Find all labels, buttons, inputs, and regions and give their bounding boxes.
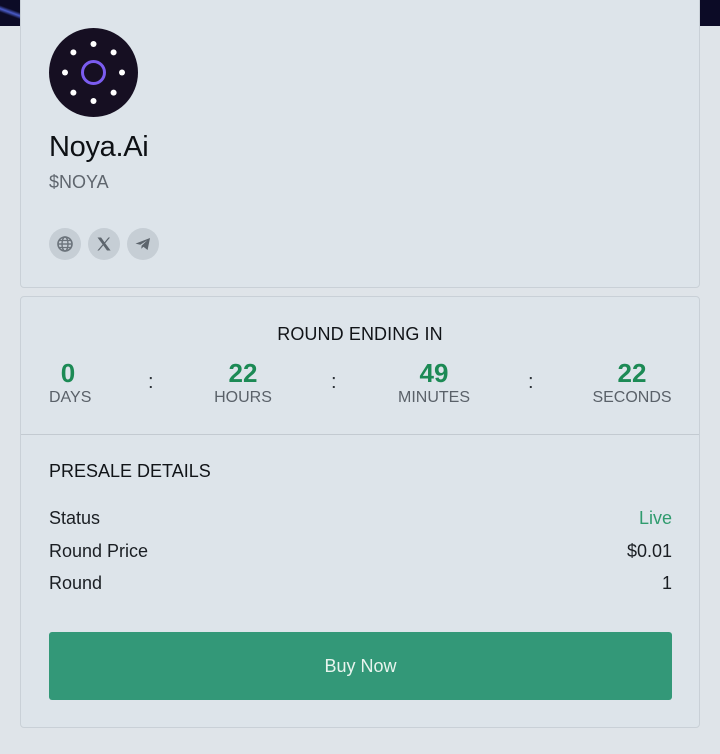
token-profile-card: Noya.Ai $NOYA [20,0,700,288]
countdown-separator: : [331,371,337,393]
detail-row-round: Round 1 [49,573,672,594]
token-symbol: $NOYA [49,172,109,192]
presale-details-title: PRESALE DETAILS [49,461,211,481]
detail-row-round-price: Round Price $0.01 [49,541,672,562]
countdown-minutes-label: MINUTES [398,389,470,406]
round-value: 1 [661,573,672,593]
countdown-days-label: DAYS [49,389,92,406]
detail-label: Status [49,508,101,528]
countdown-minutes-value: 49 [419,358,449,388]
dotted-ring-logo-icon [62,41,125,104]
countdown-hours-label: HOURS [214,389,272,406]
countdown-days: 0 DAYS [49,357,92,407]
presale-card: ROUND ENDING IN 0 DAYS : 22 HOURS : 49 M… [20,296,700,728]
x-icon [97,237,111,251]
countdown-days-value: 0 [60,358,76,388]
detail-label: Round [49,573,103,593]
countdown-timer: 0 DAYS : 22 HOURS : 49 MINUTES : 22 SECO… [49,357,672,407]
buy-now-button[interactable]: Buy Now [49,632,672,700]
telegram-link[interactable] [127,228,159,260]
section-divider [21,434,699,435]
countdown-minutes: 49 MINUTES [397,357,471,407]
status-value: Live [638,508,672,528]
countdown-title: ROUND ENDING IN [277,324,443,344]
round-price-value: $0.01 [626,541,672,561]
detail-row-status: Status Live [49,508,672,529]
token-logo [49,28,138,117]
globe-icon [57,236,73,252]
social-links [49,228,159,260]
countdown-seconds-value: 22 [617,358,647,388]
countdown-seconds-label: SECONDS [592,389,672,406]
countdown-separator: : [528,371,534,393]
countdown-hours-value: 22 [228,358,258,388]
countdown-hours: 22 HOURS [214,357,272,407]
token-name: Noya.Ai [49,131,149,163]
countdown-seconds: 22 SECONDS [592,357,672,407]
telegram-icon [135,238,150,250]
x-link[interactable] [88,228,120,260]
countdown-separator: : [148,371,154,393]
website-link[interactable] [49,228,81,260]
detail-label: Round Price [49,541,149,561]
